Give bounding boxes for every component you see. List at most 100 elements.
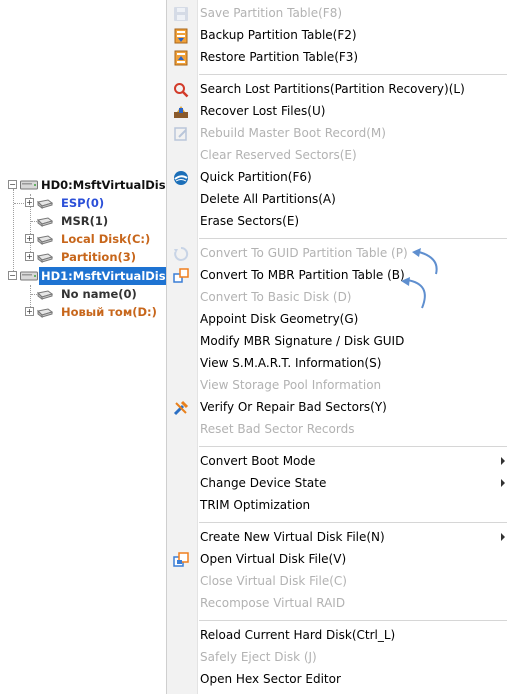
menu-item-label: Change Device State <box>200 476 327 490</box>
menu-separator <box>199 446 507 447</box>
menu-item-convert-to-gpt[interactable]: Convert To GUID Partition Table (P) <box>167 243 515 265</box>
menu-item-label: TRIM Optimization <box>200 498 311 512</box>
submenu-arrow-icon <box>501 479 505 487</box>
menu-item-label: Reload Current Hard Disk(Ctrl_L) <box>200 628 396 642</box>
menu-item-label: Modify MBR Signature / Disk GUID <box>200 334 405 348</box>
menu-item-recover-lost-files[interactable]: Recover Lost Files(U) <box>167 101 515 123</box>
hard-disk-icon <box>20 271 38 281</box>
context-menu: Save Partition Table(F8) Backup Partitio… <box>166 0 515 694</box>
menu-item-reload-hard-disk[interactable]: Reload Current Hard Disk(Ctrl_L) <box>167 625 515 647</box>
expand-icon[interactable]: + <box>25 307 34 316</box>
menu-item-label: Convert To Basic Disk (D) <box>200 290 352 304</box>
menu-item-label: Restore Partition Table(F3) <box>200 50 359 64</box>
hard-disk-icon <box>20 180 38 190</box>
menu-item-label: Erase Sectors(E) <box>200 214 300 228</box>
menu-item-erase-sectors[interactable]: Erase Sectors(E) <box>167 211 515 233</box>
backup-icon <box>174 28 188 44</box>
menu-item-label: Recover Lost Files(U) <box>200 104 326 118</box>
menu-item-restore-partition-table[interactable]: Restore Partition Table(F3) <box>167 47 515 69</box>
menu-item-label: Verify Or Repair Bad Sectors(Y) <box>200 400 387 414</box>
menu-item-appoint-disk-geometry[interactable]: Appoint Disk Geometry(G) <box>167 309 515 331</box>
menu-item-label: Open Hex Sector Editor <box>200 672 341 686</box>
menu-item-label: Search Lost Partitions(Partition Recover… <box>200 82 465 96</box>
menu-item-change-device-state[interactable]: Change Device State <box>167 473 515 495</box>
expand-icon[interactable]: + <box>25 198 34 207</box>
menu-item-search-lost-partitions[interactable]: Search Lost Partitions(Partition Recover… <box>167 79 515 101</box>
tree-node-partition[interactable]: + Новый том(D:) <box>0 303 170 321</box>
menu-item-label: Appoint Disk Geometry(G) <box>200 312 359 326</box>
partition-label: MSR(1) <box>61 214 109 228</box>
menu-item-clear-reserved-sectors[interactable]: Clear Reserved Sectors(E) <box>167 145 515 167</box>
menu-item-verify-repair-bad-sectors[interactable]: Verify Or Repair Bad Sectors(Y) <box>167 397 515 419</box>
tree-node-partition[interactable]: + Partition(3) <box>0 248 170 266</box>
convert-mbr-icon <box>173 268 189 283</box>
menu-separator <box>199 74 507 75</box>
menu-item-safely-eject-disk[interactable]: Safely Eject Disk (J) <box>167 647 515 669</box>
menu-item-label: Clear Reserved Sectors(E) <box>200 148 357 162</box>
menu-item-open-virtual-disk[interactable]: Open Virtual Disk File(V) <box>167 549 515 571</box>
menu-item-create-virtual-disk[interactable]: Create New Virtual Disk File(N) <box>167 527 515 549</box>
volume-icon <box>37 199 53 209</box>
menu-item-label: View Storage Pool Information <box>200 378 382 392</box>
menu-item-label: Create New Virtual Disk File(N) <box>200 530 385 544</box>
menu-item-close-virtual-disk[interactable]: Close Virtual Disk File(C) <box>167 571 515 593</box>
menu-item-label: View S.M.A.R.T. Information(S) <box>200 356 382 370</box>
collapse-icon[interactable]: − <box>8 271 17 280</box>
menu-item-label: Delete All Partitions(A) <box>200 192 336 206</box>
menu-item-label: Reset Bad Sector Records <box>200 422 355 436</box>
volume-icon <box>37 235 53 245</box>
rebuild-mbr-icon <box>174 127 187 141</box>
menu-item-trim-optimization[interactable]: TRIM Optimization <box>167 495 515 517</box>
tree-line <box>14 203 24 204</box>
save-icon <box>174 7 188 21</box>
convert-gpt-icon <box>174 246 189 261</box>
volume-icon <box>37 290 53 300</box>
tree-node-partition[interactable]: No name(0) <box>0 285 170 303</box>
expand-icon[interactable]: + <box>25 234 34 243</box>
collapse-icon[interactable]: − <box>8 180 17 189</box>
menu-item-view-storage-pool[interactable]: View Storage Pool Information <box>167 375 515 397</box>
menu-item-open-hex-sector-editor[interactable]: Open Hex Sector Editor <box>167 669 515 691</box>
menu-item-rebuild-master-boot-record[interactable]: Rebuild Master Boot Record(M) <box>167 123 515 145</box>
menu-item-label: Open Virtual Disk File(V) <box>200 552 347 566</box>
partition-label: Partition(3) <box>61 250 137 264</box>
submenu-arrow-icon <box>501 457 505 465</box>
menu-item-convert-boot-mode[interactable]: Convert Boot Mode <box>167 451 515 473</box>
menu-item-save-partition-table[interactable]: Save Partition Table(F8) <box>167 3 515 25</box>
menu-separator <box>199 238 507 239</box>
menu-item-label: Quick Partition(F6) <box>200 170 312 184</box>
quick-partition-icon <box>174 171 188 185</box>
menu-item-convert-to-mbr[interactable]: Convert To MBR Partition Table (B) <box>167 265 515 287</box>
tree-node-hd0[interactable]: − HD0:MsftVirtualDisk(3 <box>0 176 187 194</box>
volume-icon <box>37 308 53 318</box>
menu-item-convert-to-basic-disk[interactable]: Convert To Basic Disk (D) <box>167 287 515 309</box>
menu-item-label: Rebuild Master Boot Record(M) <box>200 126 386 140</box>
menu-item-modify-mbr-signature[interactable]: Modify MBR Signature / Disk GUID <box>167 331 515 353</box>
partition-label: Local Disk(C:) <box>61 232 151 246</box>
restore-icon <box>174 50 188 66</box>
tree-node-hd1[interactable]: − HD1:MsftVirtualDisk(3 <box>0 267 189 285</box>
menu-item-backup-partition-table[interactable]: Backup Partition Table(F2) <box>167 25 515 47</box>
tree-node-partition[interactable]: + ESP(0) <box>0 194 170 212</box>
tree-node-partition[interactable]: + Local Disk(C:) <box>0 230 170 248</box>
menu-item-label: Convert To GUID Partition Table (P) <box>200 246 408 260</box>
volume-icon <box>37 253 53 263</box>
repair-icon <box>173 400 189 416</box>
tree-node-partition[interactable]: MSR(1) <box>0 212 170 230</box>
partition-label: Новый том(D:) <box>61 305 157 319</box>
menu-item-recompose-virtual-raid[interactable]: Recompose Virtual RAID <box>167 593 515 615</box>
search-icon <box>174 83 189 98</box>
menu-item-label: Recompose Virtual RAID <box>200 596 346 610</box>
menu-item-reset-bad-sector-records[interactable]: Reset Bad Sector Records <box>167 419 515 441</box>
menu-item-label: Safely Eject Disk (J) <box>200 650 317 664</box>
partition-label: ESP(0) <box>61 196 105 210</box>
menu-item-view-smart-information[interactable]: View S.M.A.R.T. Information(S) <box>167 353 515 375</box>
menu-item-label: Convert To MBR Partition Table (B) <box>200 268 405 282</box>
menu-separator <box>199 620 507 621</box>
disk-tree: − HD0:MsftVirtualDisk(3 + ESP(0) MSR(1) … <box>0 0 189 694</box>
menu-item-label: Save Partition Table(F8) <box>200 6 343 20</box>
menu-item-quick-partition[interactable]: Quick Partition(F6) <box>167 167 515 189</box>
menu-item-delete-all-partitions[interactable]: Delete All Partitions(A) <box>167 189 515 211</box>
hd0-label: HD0:MsftVirtualDisk(3 <box>41 178 187 192</box>
expand-icon[interactable]: + <box>25 252 34 261</box>
